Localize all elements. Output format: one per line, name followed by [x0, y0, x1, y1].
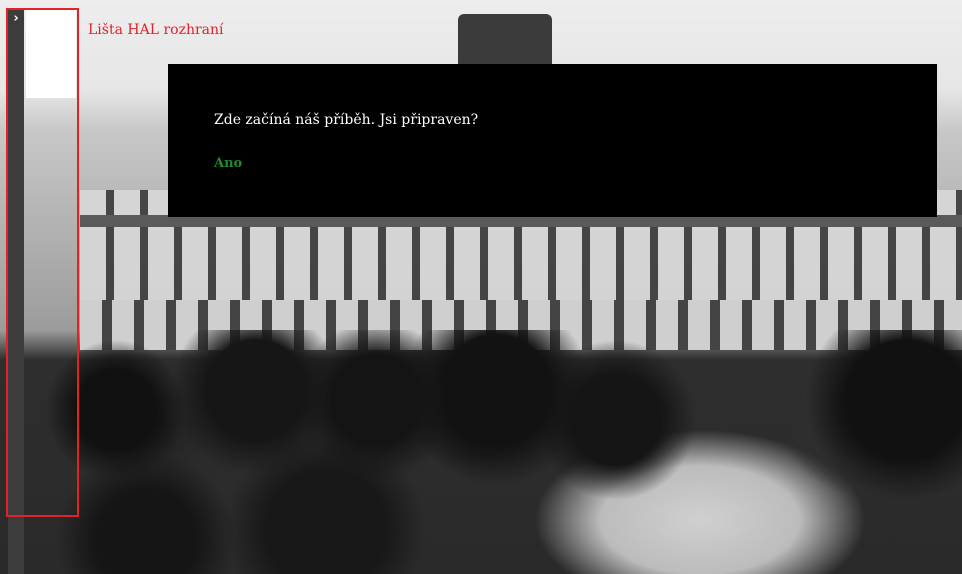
- trees: [26, 330, 962, 574]
- answer-yes-option[interactable]: Ano: [214, 156, 242, 171]
- dialog-prompt: Zde začíná náš příběh. Jsi připraven?: [214, 112, 479, 128]
- hal-bar-label: Lišta HAL rozhraní: [88, 22, 224, 38]
- building-dome: [458, 14, 552, 66]
- hal-bar-highlight: [6, 8, 79, 517]
- story-dialog: Zde začíná náš příběh. Jsi připraven? An…: [168, 64, 937, 217]
